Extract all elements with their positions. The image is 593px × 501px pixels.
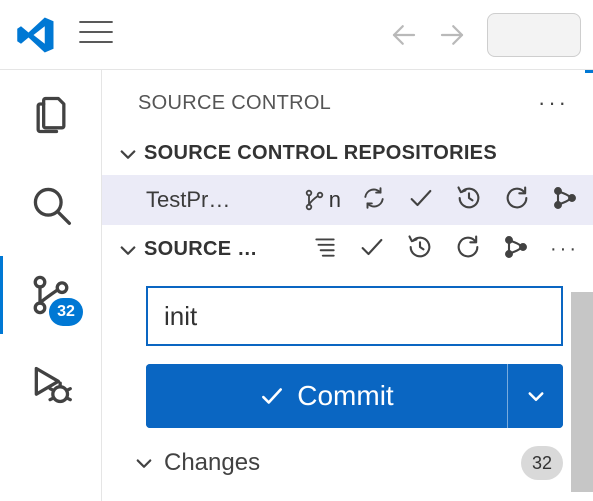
changes-section-header[interactable]: Changes 32: [102, 428, 593, 480]
app-root: 32 SOURCE CONTROL ··· SOURCE CONTROL REP…: [0, 0, 593, 501]
changes-count-badge: 32: [521, 446, 563, 480]
graph-button[interactable]: [551, 184, 579, 217]
sync-icon: [361, 185, 387, 211]
scm-badge: 32: [49, 298, 83, 326]
source-section-actions: ···: [312, 233, 579, 266]
hamburger-menu-icon[interactable]: [78, 18, 114, 51]
search-icon: [29, 183, 73, 227]
repositories-section-title: SOURCE CONTROL REPOSITORIES: [144, 142, 497, 165]
list-tree-icon: [312, 234, 338, 260]
activitybar-search[interactable]: [0, 178, 101, 232]
chevron-down-icon: [118, 144, 138, 164]
source-section-title: SOURCE …: [144, 238, 294, 261]
source-section-header[interactable]: SOURCE …: [102, 225, 593, 274]
nav-forward-button[interactable]: [437, 20, 467, 50]
panel-more-button[interactable]: ···: [538, 90, 569, 116]
history-button[interactable]: [406, 233, 434, 266]
files-icon: [29, 93, 73, 137]
history-button[interactable]: [455, 184, 483, 217]
activity-bar: 32: [0, 70, 102, 501]
vscode-logo-icon: [16, 15, 56, 55]
refresh-icon: [454, 233, 482, 261]
scrollbar-thumb[interactable]: [571, 292, 593, 492]
commit-button-label: Commit: [297, 380, 393, 412]
repository-name: TestPr…: [146, 187, 236, 213]
refresh-button[interactable]: [454, 233, 482, 266]
repository-row[interactable]: TestPr… n: [102, 175, 593, 225]
commit-button[interactable]: Commit: [146, 364, 507, 428]
chevron-down-icon: [526, 386, 546, 406]
git-graph-icon: [551, 184, 579, 212]
view-as-tree-button[interactable]: [312, 234, 338, 265]
source-more-button[interactable]: ···: [550, 238, 579, 261]
source-control-panel: SOURCE CONTROL ··· SOURCE CONTROL REPOSI…: [102, 70, 593, 501]
chevron-down-icon: [134, 453, 154, 473]
commit-checkmark-button[interactable]: [358, 233, 386, 266]
refresh-icon: [503, 184, 531, 212]
history-icon: [406, 233, 434, 261]
check-icon: [407, 184, 435, 212]
run-debug-icon: [29, 363, 73, 407]
commit-button-dropdown[interactable]: [507, 364, 563, 428]
changes-label: Changes: [164, 449, 511, 477]
graph-button[interactable]: [502, 233, 530, 266]
title-bar: [0, 0, 593, 70]
refresh-button[interactable]: [503, 184, 531, 217]
check-icon: [358, 233, 386, 261]
repository-actions: n: [303, 184, 579, 217]
activitybar-run-debug[interactable]: [0, 358, 101, 412]
activitybar-explorer[interactable]: [0, 88, 101, 142]
commit-checkmark-button[interactable]: [407, 184, 435, 217]
check-icon: [259, 383, 285, 409]
commit-message-input[interactable]: [146, 286, 563, 346]
panel-header: SOURCE CONTROL ···: [102, 70, 593, 136]
git-branch-icon: [303, 188, 327, 212]
panel-title: SOURCE CONTROL: [138, 92, 331, 115]
command-center[interactable]: [487, 13, 581, 57]
nav-back-button[interactable]: [389, 20, 419, 50]
vscode-logo: [12, 15, 60, 55]
repositories-section-header[interactable]: SOURCE CONTROL REPOSITORIES: [102, 136, 593, 171]
git-graph-icon: [502, 233, 530, 261]
chevron-down-icon: [118, 240, 138, 260]
branch-indicator[interactable]: n: [303, 187, 341, 213]
sync-button[interactable]: [361, 185, 387, 216]
history-icon: [455, 184, 483, 212]
activitybar-source-control[interactable]: 32: [0, 268, 101, 322]
